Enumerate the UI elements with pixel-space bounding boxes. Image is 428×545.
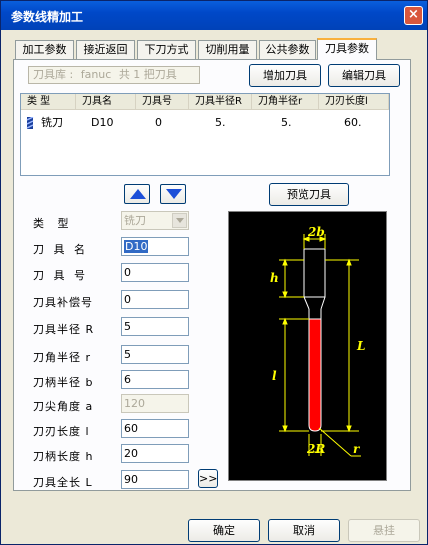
tool-diagram-svg: 2b h l L 2R r <box>270 225 365 457</box>
tool-library-name: fanuc <box>80 68 112 81</box>
column-corner-radius[interactable]: 刀角半径r <box>252 94 319 110</box>
name-label: 刀 具 名 <box>33 243 88 256</box>
tool-library-label: 刀具库 : <box>33 68 74 81</box>
radius-label: 刀具半径 R <box>33 323 95 336</box>
shank-length-label: 刀柄长度 h <box>33 450 94 463</box>
shank-length-input[interactable]: 20 <box>121 444 189 463</box>
type-select[interactable]: 铣刀 <box>121 211 189 230</box>
label-l: l <box>272 369 277 383</box>
tip-angle-label: 刀尖角度 a <box>33 400 94 413</box>
label-h: h <box>270 271 279 285</box>
expand-button[interactable]: >> <box>198 469 218 488</box>
preview-tool-button[interactable]: 预览刀具 <box>269 183 349 206</box>
number-label: 刀 具 号 <box>33 269 88 282</box>
corner-radius-label: 刀角半径 r <box>33 351 92 364</box>
column-radius[interactable]: 刀具半径R <box>189 94 252 110</box>
row-radius: 5. <box>215 116 226 129</box>
label-2R: 2R <box>306 442 325 456</box>
shank-taper <box>303 296 326 310</box>
arrow-l-bottom <box>282 425 288 433</box>
title-bar[interactable]: 参数线精加工 × <box>1 1 427 30</box>
move-down-button[interactable] <box>160 184 186 204</box>
row-blade-length: 60. <box>344 116 362 129</box>
mill-icon <box>26 116 34 134</box>
comp-number-label: 刀具补偿号 <box>33 296 93 309</box>
dropdown-arrow-button[interactable] <box>172 213 187 228</box>
arrow-L-top <box>346 258 352 266</box>
label-r: r <box>353 442 361 456</box>
tab-machining-params[interactable]: 加工参数 <box>15 40 74 59</box>
type-value: 铣刀 <box>124 214 146 227</box>
total-length-input[interactable]: 90 <box>121 470 189 489</box>
total-length-label: 刀具全长 L <box>33 476 93 489</box>
tab-cutting-amount[interactable]: 切削用量 <box>198 40 257 59</box>
tip-angle-input[interactable]: 120 <box>121 394 189 413</box>
hang-button[interactable]: 悬挂 <box>348 519 420 542</box>
arrow-down-icon <box>166 189 182 199</box>
tool-list-row[interactable]: 铣刀 D10 0 5. 5. 60. <box>21 114 389 131</box>
tab-plunge-mode[interactable]: 下刀方式 <box>137 40 196 59</box>
ok-button[interactable]: 确定 <box>188 519 260 542</box>
arrow-h-top <box>282 258 288 266</box>
arrow-l-top <box>282 317 288 325</box>
comp-number-input[interactable]: 0 <box>121 290 189 309</box>
blade-length-label: 刀刃长度 l <box>33 425 90 438</box>
chevron-down-icon <box>176 218 184 223</box>
add-tool-button[interactable]: 增加刀具 <box>249 64 321 87</box>
tool-number-input[interactable]: 0 <box>121 263 189 282</box>
tab-approach-retract[interactable]: 接近返回 <box>76 40 135 59</box>
column-number[interactable]: 刀具号 <box>136 94 189 110</box>
arrow-up-icon <box>130 189 146 199</box>
tool-list-header: 类 型 刀具名 刀具号 刀具半径R 刀角半径r 刀刃长度l <box>21 94 389 110</box>
column-blade-length[interactable]: 刀刃长度l <box>319 94 389 110</box>
tab-tool-params[interactable]: 刀具参数 <box>317 38 377 60</box>
row-corner-radius: 5. <box>281 116 292 129</box>
move-up-button[interactable] <box>124 184 150 204</box>
tool-preview-diagram: 2b h l L 2R r <box>228 211 387 481</box>
row-number: 0 <box>155 116 162 129</box>
type-label: 类 型 <box>33 217 74 230</box>
row-type: 铣刀 <box>41 116 63 129</box>
blade-length-input[interactable]: 60 <box>121 419 189 438</box>
shank-radius-label: 刀柄半径 b <box>33 376 94 389</box>
window-title: 参数线精加工 <box>11 10 84 24</box>
arrow-L-bottom <box>346 425 352 433</box>
tool-library-field: 刀具库 : fanuc 共 1 把刀具 <box>28 66 200 84</box>
label-L: L <box>356 339 365 353</box>
radius-input[interactable]: 5 <box>121 317 189 336</box>
shank-radius-input[interactable]: 6 <box>121 370 189 389</box>
column-type[interactable]: 类 型 <box>21 94 76 110</box>
tool-name-input[interactable]: D10 <box>121 237 189 256</box>
arrow-h-bottom <box>282 291 288 299</box>
shank-outline <box>303 248 326 298</box>
tool-name-value: D10 <box>124 240 149 253</box>
label-2b: 2b <box>307 225 325 239</box>
corner-radius-input[interactable]: 5 <box>121 345 189 364</box>
dialog-window: 参数线精加工 × 加工参数 接近返回 下刀方式 切削用量 公共参数 刀具参数 刀… <box>0 0 428 545</box>
tab-common-params[interactable]: 公共参数 <box>259 40 316 59</box>
edit-tool-button[interactable]: 编辑刀具 <box>328 64 400 87</box>
tool-count: 共 1 把刀具 <box>118 68 177 81</box>
tool-list[interactable]: 类 型 刀具名 刀具号 刀具半径R 刀角半径r 刀刃长度l 铣刀 D10 0 5… <box>20 93 390 176</box>
close-icon: × <box>408 7 419 22</box>
close-button[interactable]: × <box>404 6 423 25</box>
row-name: D10 <box>91 116 114 129</box>
blade-body <box>308 318 322 432</box>
cancel-button[interactable]: 取消 <box>268 519 340 542</box>
column-name[interactable]: 刀具名 <box>76 94 136 110</box>
